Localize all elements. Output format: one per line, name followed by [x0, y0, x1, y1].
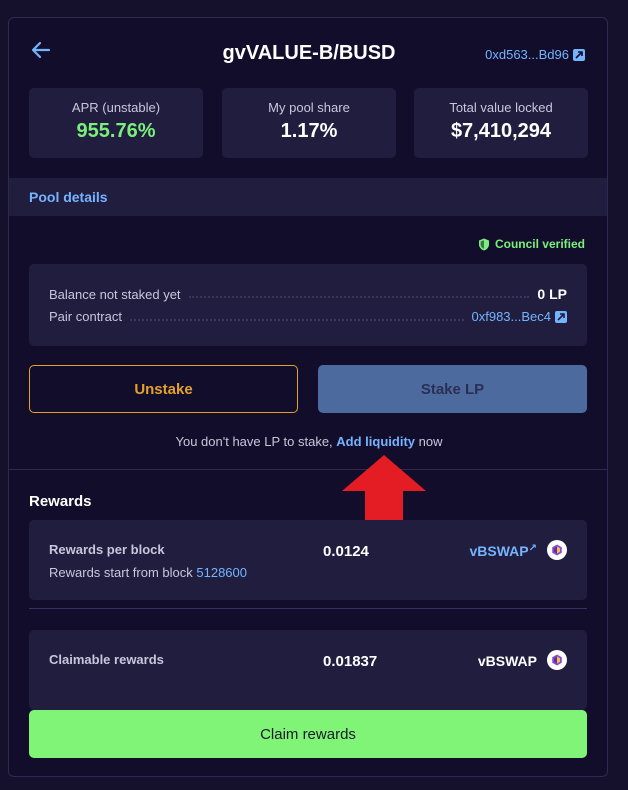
- claimable-rewards-label: Claimable rewards: [49, 652, 164, 667]
- claimable-token-label: vBSWAP: [477, 653, 537, 669]
- pool-details-card: Balance not staked yet 0 LP Pair contrac…: [29, 264, 587, 346]
- rewards-heading: Rewards: [29, 493, 92, 510]
- balance-label: Balance not staked yet: [49, 286, 181, 302]
- pool-share-card: My pool share 1.17%: [222, 88, 396, 158]
- apr-card: APR (unstable) 955.76%: [29, 88, 203, 158]
- apr-label: APR (unstable): [71, 100, 161, 115]
- rewards-per-block-card: Rewards per block Rewards start from blo…: [29, 520, 587, 600]
- dotted-leader: [188, 296, 530, 298]
- council-verified-badge: Council verified: [478, 237, 585, 251]
- tvl-card: Total value locked $7,410,294: [414, 88, 588, 158]
- hint-suffix: now: [418, 434, 443, 449]
- stake-lp-button[interactable]: Stake LP: [318, 365, 587, 413]
- balance-value: 0 LP: [537, 286, 567, 302]
- tvl-label: Total value locked: [449, 100, 553, 115]
- add-liquidity-link[interactable]: Add liquidity: [336, 434, 415, 449]
- dotted-leader: [129, 318, 464, 321]
- pair-contract-label: Pair contract: [49, 309, 122, 324]
- claim-rewards-button[interactable]: Claim rewards: [29, 710, 587, 758]
- external-arrow-icon: ↗: [528, 543, 537, 554]
- pool-details-header[interactable]: Pool details: [9, 178, 607, 216]
- vbswap-token-icon: [547, 650, 567, 670]
- pool-share-label: My pool share: [268, 100, 350, 115]
- pool-details-heading: Pool details: [29, 189, 108, 205]
- balance-row: Balance not staked yet 0 LP: [49, 286, 567, 302]
- vbswap-token-label: vBSWAP: [469, 543, 529, 559]
- rewards-start-block-link[interactable]: 5128600: [196, 565, 247, 580]
- red-up-arrow-icon: [342, 455, 426, 525]
- pair-contract-link[interactable]: 0xf983...Bec4: [471, 309, 567, 324]
- claimable-rewards-value: 0.01837: [323, 653, 378, 670]
- unstake-button[interactable]: Unstake: [29, 365, 298, 413]
- vbswap-token-icon: [547, 540, 567, 560]
- vbswap-token-link[interactable]: vBSWAP↗: [469, 543, 537, 559]
- pool-panel: gvVALUE-B/BUSD 0xd563...Bd96 APR (unstab…: [8, 17, 608, 777]
- section-divider: [9, 469, 607, 470]
- pair-contract-row: Pair contract 0xf983...Bec4: [49, 309, 567, 324]
- pool-share-value: 1.17%: [280, 120, 338, 142]
- stake-hint: You don't have LP to stake, Add liquidit…: [9, 434, 607, 449]
- token-address: 0xd563...Bd96: [485, 47, 569, 62]
- rewards-per-block-label: Rewards per block: [49, 542, 165, 557]
- token-address-link[interactable]: 0xd563...Bd96: [485, 47, 585, 62]
- pair-contract-address: 0xf983...Bec4: [471, 309, 552, 324]
- rewards-start-prefix: Rewards start from block: [49, 565, 193, 580]
- shield-check-icon: [478, 238, 489, 250]
- tvl-value: $7,410,294: [450, 120, 552, 142]
- rewards-per-block-value: 0.0124: [323, 543, 369, 560]
- external-link-icon: [573, 48, 585, 61]
- council-verified-label: Council verified: [494, 237, 585, 251]
- external-link-icon: [555, 310, 567, 323]
- apr-value: 955.76%: [76, 120, 156, 142]
- rewards-separator: [29, 608, 587, 609]
- claimable-rewards-card: Claimable rewards 0.01837 vBSWAP: [29, 630, 587, 710]
- rewards-start-block: Rewards start from block 5128600: [49, 565, 247, 580]
- hint-prefix: You don't have LP to stake,: [175, 434, 333, 449]
